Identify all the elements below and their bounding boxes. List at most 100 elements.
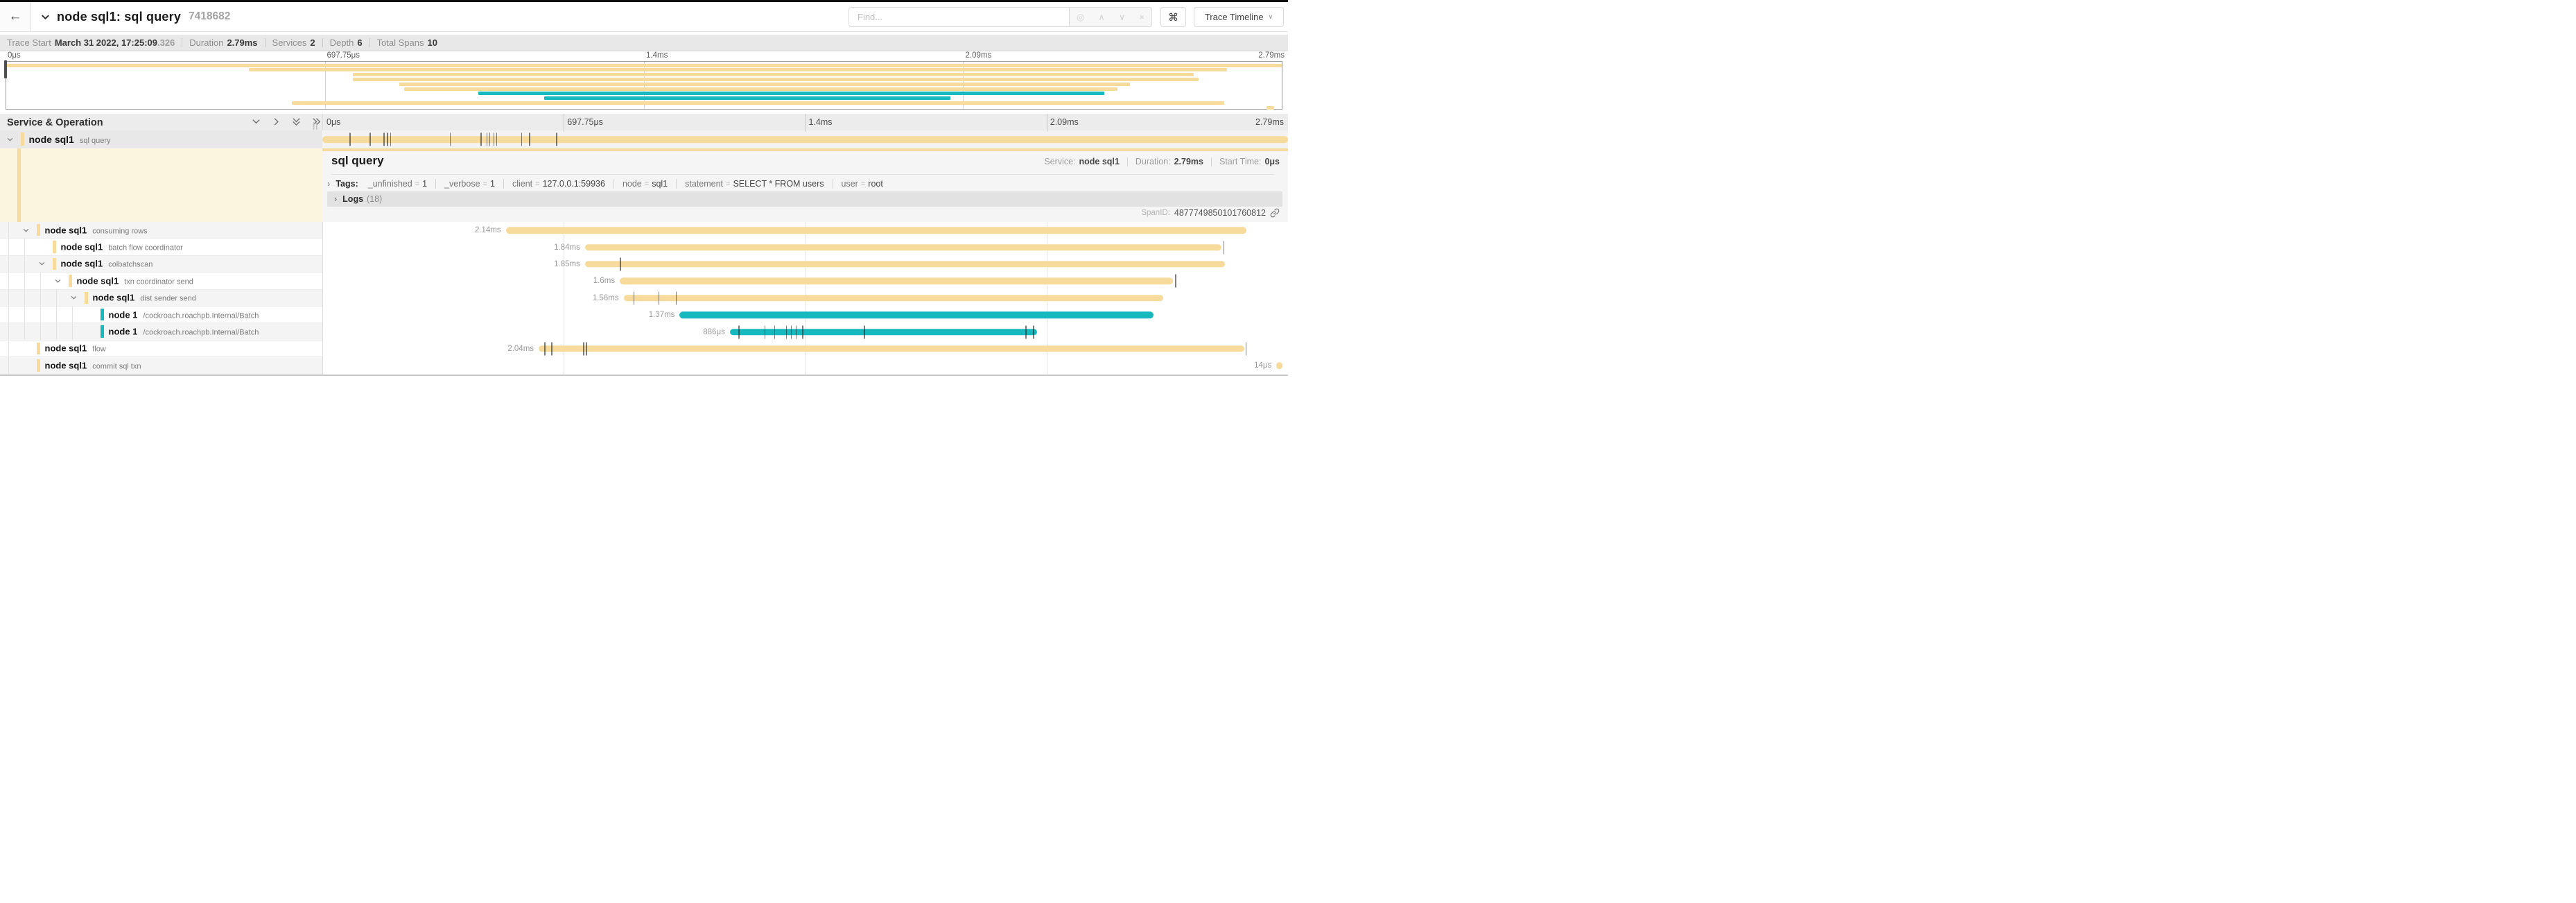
span-bar-row[interactable]: 1.85ms xyxy=(322,256,1288,273)
duration-value: 2.79ms xyxy=(1174,157,1203,166)
tags-row[interactable]: › Tags: _unfinished=1_verbose=1client=12… xyxy=(327,178,883,189)
operation-name-label: batch flow coordinator xyxy=(108,244,183,252)
span-bar[interactable] xyxy=(730,329,1037,336)
trace-info-item: Services2 xyxy=(272,37,315,48)
trace-view-dropdown-label: Trace Timeline xyxy=(1205,12,1264,22)
span-duration-label: 1.85ms xyxy=(518,260,580,268)
service-color-bar xyxy=(53,241,56,252)
span-expander-icon[interactable] xyxy=(38,260,46,268)
deep-link-icon[interactable] xyxy=(1270,208,1280,218)
log-marker-tick xyxy=(496,133,498,146)
span-bar[interactable] xyxy=(1276,363,1282,370)
service-name-label: node sql1consuming rows xyxy=(45,225,148,235)
find-input[interactable] xyxy=(856,11,1062,23)
logs-row[interactable]: › Logs (18) xyxy=(327,191,1282,207)
span-bar-row[interactable]: 14μs xyxy=(322,357,1288,374)
operation-name-label: flow xyxy=(92,345,106,354)
span-bar-row[interactable]: 1.56ms xyxy=(322,290,1288,307)
tree-indent-guide xyxy=(72,307,73,322)
next-result-icon[interactable]: ∨ xyxy=(1119,12,1126,23)
span-bar[interactable] xyxy=(539,345,1244,352)
span-tree-row[interactable]: node sql1commit sql txn xyxy=(0,357,322,374)
span-expander-icon[interactable] xyxy=(70,294,78,302)
span-tree-row[interactable]: node 1/cockroach.roachpb.Internal/Batch xyxy=(0,307,322,323)
locate-span-icon[interactable]: ◎ xyxy=(1077,12,1084,23)
span-bar[interactable] xyxy=(585,261,1226,268)
spanid-label: SpanID: xyxy=(1141,209,1170,217)
selected-span-color-bar xyxy=(17,148,21,222)
span-tree-row[interactable]: node sql1colbatchscan xyxy=(0,256,322,273)
tag-item: _verbose=1 xyxy=(444,179,495,189)
log-marker-tick xyxy=(489,133,491,146)
span-bar[interactable] xyxy=(585,244,1221,251)
operation-name-label: /cockroach.roachpb.Internal/Batch xyxy=(143,311,259,320)
span-expander-icon[interactable] xyxy=(54,277,62,284)
logs-label: Logs xyxy=(342,194,363,204)
span-tree-row[interactable]: node sql1txn coordinator send xyxy=(0,273,322,289)
span-bar[interactable] xyxy=(624,295,1164,302)
back-button[interactable]: ← xyxy=(0,2,31,31)
tags-items: _unfinished=1_verbose=1client=127.0.0.1:… xyxy=(368,179,883,189)
span-bar[interactable] xyxy=(679,311,1154,318)
span-bar-row[interactable] xyxy=(322,130,1288,148)
tree-indent-guide xyxy=(8,273,9,289)
span-bar[interactable] xyxy=(322,136,1288,143)
span-tree-row[interactable]: node sql1dist sender send xyxy=(0,290,322,307)
operation-name-label: sql query xyxy=(80,137,111,145)
span-bar-row[interactable]: 1.84ms xyxy=(322,239,1288,255)
expand-logs-icon: › xyxy=(334,194,337,204)
operation-name-label: /cockroach.roachpb.Internal/Batch xyxy=(143,329,259,337)
expand-tags-icon: › xyxy=(327,178,330,189)
timeline-minimap[interactable] xyxy=(6,61,1282,110)
prev-result-icon[interactable]: ∧ xyxy=(1098,12,1105,23)
service-color-bar xyxy=(69,275,72,286)
log-marker-tick xyxy=(349,133,351,146)
span-tree-row[interactable]: node sql1sql query xyxy=(0,130,322,148)
log-marker-tick xyxy=(1033,325,1034,338)
span-bar-row[interactable]: 1.6ms xyxy=(322,273,1288,289)
collapse-all-icon[interactable] xyxy=(291,117,302,127)
collapse-one-icon[interactable] xyxy=(251,117,261,127)
span-bar-row[interactable]: 886μs xyxy=(322,323,1288,340)
tree-indent-guide xyxy=(24,323,25,339)
log-marker-tick xyxy=(450,133,451,146)
span-bar-row[interactable]: 2.04ms xyxy=(322,341,1288,357)
span-bar-row[interactable]: 1.37ms xyxy=(322,307,1288,323)
clear-search-icon[interactable]: × xyxy=(1139,12,1145,22)
timeline-header-row xyxy=(0,114,1288,132)
log-marker-tick xyxy=(369,133,371,146)
minimap-scrubber-handle[interactable] xyxy=(4,60,7,78)
span-expander-icon[interactable] xyxy=(6,135,14,143)
log-marker-tick xyxy=(659,291,660,304)
log-marker-tick xyxy=(1246,342,1247,355)
collapse-trace-header-icon[interactable] xyxy=(40,12,51,22)
span-tree-row[interactable]: node sql1flow xyxy=(0,341,322,357)
trace-info-item: Depth6 xyxy=(330,37,363,48)
keyboard-shortcuts-button[interactable]: ⌘ xyxy=(1160,7,1186,27)
minimap-span-bar xyxy=(399,83,1130,86)
column-resizer-grip[interactable] xyxy=(313,122,319,130)
log-marker-tick xyxy=(765,325,766,338)
tree-indent-guide xyxy=(8,307,9,322)
service-name-label: node 1/cockroach.roachpb.Internal/Batch xyxy=(109,327,259,337)
tag-item: user=root xyxy=(842,179,883,189)
find-box xyxy=(848,7,1070,27)
log-marker-tick xyxy=(383,133,385,146)
service-color-bar xyxy=(85,292,88,304)
span-bar[interactable] xyxy=(620,278,1173,285)
span-tree-row[interactable]: node sql1batch flow coordinator xyxy=(0,239,322,255)
tree-indent-guide xyxy=(56,323,57,339)
tree-indent-guide xyxy=(40,273,41,289)
service-name-label: node 1/cockroach.roachpb.Internal/Batch xyxy=(109,309,259,320)
span-tree-row[interactable]: node 1/cockroach.roachpb.Internal/Batch xyxy=(0,323,322,340)
expand-one-icon[interactable] xyxy=(271,117,281,127)
span-bar[interactable] xyxy=(506,227,1246,234)
span-bar-row[interactable]: 2.14ms xyxy=(322,222,1288,239)
ruler-tick-label: 697.75μs xyxy=(567,117,603,127)
minimap-tick-label: 1.4ms xyxy=(646,51,668,60)
span-tree-row[interactable]: node sql1consuming rows xyxy=(0,222,322,239)
find-tools: ◎ ∧ ∨ × xyxy=(1070,7,1152,27)
trace-view-dropdown[interactable]: Trace Timeline ∨ xyxy=(1194,7,1284,27)
span-expander-icon[interactable] xyxy=(22,226,30,234)
collapser-toolbar xyxy=(251,117,322,127)
